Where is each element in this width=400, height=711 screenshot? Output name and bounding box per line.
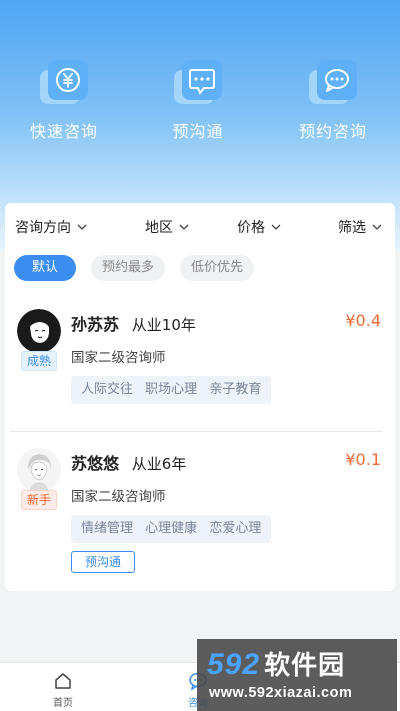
counselor-title: 国家二级咨询师 [71,489,166,505]
counselor-experience: 从业6年 [131,455,187,473]
filter-more[interactable]: 筛选 [338,217,382,237]
yen-exchange-icon [38,58,90,106]
watermark-brand: 软件园 [264,650,346,680]
counselor-name-line: 孙苏苏 从业10年 [71,311,196,335]
sort-default-chip[interactable]: 默认 [14,255,76,281]
appointment-consult-button[interactable]: 预约咨询 [278,58,388,142]
watermark-digits: 592 [207,648,261,681]
quick-consult-button[interactable]: 快速咨询 [9,58,119,142]
chevron-down-icon [372,224,382,230]
pre-communicate-chip[interactable]: 预沟通 [71,551,135,573]
tag: 情绪管理 [81,521,134,536]
counselor-card[interactable]: 成熟 孙苏苏 从业10年 ¥0.4 国家二级咨询师 人际交往 职场心理 亲子教育 [5,309,395,427]
counselor-list-panel: 咨询方向 地区 价格 筛选 默认 预约最多 低价优先 成熟 孙苏苏 从业10年 … [5,203,395,591]
counselor-tags: 人际交往 职场心理 亲子教育 [71,376,272,404]
counselor-card[interactable]: 新手 苏悠悠 从业6年 ¥0.1 国家二级咨询师 情绪管理 心理健康 恋爱心理 … [5,448,395,578]
site-watermark: 592 软件园 www.592xiazai.com [197,639,397,711]
counselor-tags: 情绪管理 心理健康 恋爱心理 [71,515,272,543]
watermark-url: www.592xiazai.com [209,685,353,701]
speech-bubble-icon [307,58,359,106]
appointment-consult-label: 预约咨询 [298,122,367,141]
filter-region[interactable]: 地区 [145,217,189,237]
home-icon [55,673,71,689]
counselor-experience: 从业10年 [131,316,196,334]
level-badge: 成熟 [21,351,57,371]
avatar-block: 新手 [17,448,61,510]
sort-low-price-chip[interactable]: 低价优先 [180,255,254,281]
tag: 恋爱心理 [209,521,262,536]
counselor-price: ¥0.1 [345,450,381,469]
counselor-name: 苏悠悠 [71,454,120,473]
divider [10,431,383,432]
tab-home[interactable]: 首页 [23,663,103,711]
chevron-down-icon [179,224,189,230]
chevron-down-icon [77,224,87,230]
tag: 职场心理 [145,382,198,397]
filter-more-label: 筛选 [338,220,366,236]
counselor-name: 孙苏苏 [71,315,120,334]
chat-bubble-dots-icon [172,58,224,106]
filter-price-label: 价格 [237,220,265,236]
filter-price[interactable]: 价格 [237,217,281,237]
filter-bar: 咨询方向 地区 价格 筛选 [5,217,395,241]
filter-direction[interactable]: 咨询方向 [15,217,87,237]
counselor-name-line: 苏悠悠 从业6年 [71,450,186,474]
counselor-title: 国家二级咨询师 [71,350,166,366]
tab-home-label: 首页 [53,698,73,709]
pre-communicate-label: 预沟通 [172,122,224,141]
level-badge: 新手 [21,490,57,510]
avatar [17,448,61,492]
watermark-logo: 592 软件园 [207,645,345,682]
tag: 人际交往 [81,382,134,397]
filter-direction-label: 咨询方向 [15,220,71,236]
avatar-block: 成熟 [17,309,61,371]
filter-region-label: 地区 [145,220,173,236]
tag: 亲子教育 [209,382,262,397]
pre-communicate-button[interactable]: 预沟通 [143,58,253,142]
quick-actions: 快速咨询 预沟通 预约咨询 [0,58,400,148]
chevron-down-icon [271,224,281,230]
sort-most-booked-chip[interactable]: 预约最多 [91,255,165,281]
avatar [17,309,61,353]
tag: 心理健康 [145,521,198,536]
quick-consult-label: 快速咨询 [29,122,98,141]
counselor-price: ¥0.4 [345,311,381,330]
